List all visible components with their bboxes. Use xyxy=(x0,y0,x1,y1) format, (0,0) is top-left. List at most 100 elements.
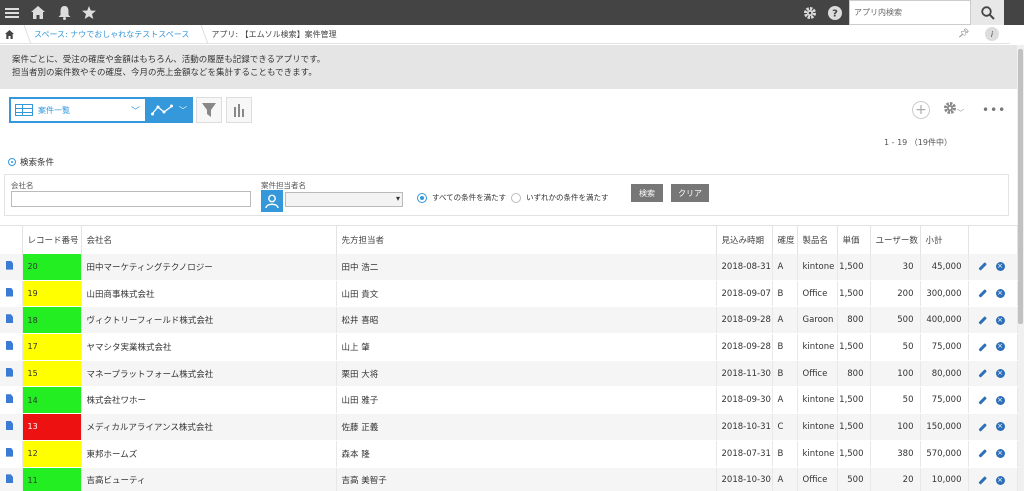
actions-cell: × xyxy=(968,333,1018,361)
edit-pencil-icon[interactable] xyxy=(977,369,987,378)
breadcrumb-home-icon[interactable] xyxy=(0,29,18,39)
bell-icon[interactable] xyxy=(56,0,72,25)
table-row[interactable]: 13 メディカルアライアンス株式会社 佐藤 正義 2018-10-31 Ckintone… xyxy=(0,413,1018,441)
owner-select[interactable] xyxy=(285,192,403,207)
company-label: 会社名 xyxy=(11,181,34,190)
record-detail-link[interactable] xyxy=(0,413,23,441)
radio-button[interactable] xyxy=(417,192,427,203)
delete-icon[interactable]: × xyxy=(995,342,1005,352)
table-row[interactable]: 15 マネープラットフォーム株式会社 栗田 大将 2018-11-30 B Office 8… xyxy=(0,360,1018,388)
document-icon[interactable] xyxy=(6,367,13,377)
table-row[interactable]: 18 ヴィクトリーフィールド株式会社 松井 喜昭 2018-09-28 A Garoon 8… xyxy=(0,306,1018,335)
graph-button[interactable] xyxy=(226,97,252,123)
delete-icon[interactable]: × xyxy=(995,315,1005,325)
delete-icon[interactable]: × xyxy=(995,262,1005,272)
probability-cell: A xyxy=(772,306,798,335)
breadcrumb: スペース: ナウでおしゃれなテストスペース アプリ: 【エムソル検索】案件管理 … xyxy=(0,24,1010,44)
pin-icon[interactable]: 📌︎ xyxy=(958,29,969,39)
edit-pencil-icon[interactable] xyxy=(977,396,987,405)
record-detail-link[interactable] xyxy=(0,280,23,308)
table-row[interactable]: 11 吉高ビューティ 吉高 美智子 2018-10-30 A Office 500 20 10,… xyxy=(0,467,1018,491)
radio-any-condition[interactable]: いずれかの条件を満たす xyxy=(511,192,609,203)
info-icon[interactable]: i xyxy=(985,27,999,41)
header-unit-price[interactable]: 単価 xyxy=(837,225,871,254)
search-submit-button[interactable]: 検索 xyxy=(631,184,663,202)
header-company[interactable]: 会社名 xyxy=(81,225,337,254)
delete-icon[interactable]: × xyxy=(995,422,1005,432)
clear-button[interactable]: クリア xyxy=(671,184,709,202)
edit-pencil-icon[interactable] xyxy=(977,342,987,351)
record-detail-link[interactable] xyxy=(0,333,23,361)
edit-pencil-icon[interactable] xyxy=(977,316,987,325)
header-users[interactable]: ユーザー数 xyxy=(870,225,921,254)
record-detail-link[interactable] xyxy=(0,306,23,335)
delete-icon[interactable]: × xyxy=(995,449,1005,459)
search-conditions-toggle[interactable]: 検索条件 xyxy=(8,156,54,168)
header-subtotal[interactable]: 小計 xyxy=(920,225,969,254)
document-icon[interactable] xyxy=(6,420,13,430)
more-options-icon[interactable]: ••• xyxy=(982,103,1006,117)
subtotal-cell: 75,000 xyxy=(920,333,969,361)
document-icon[interactable] xyxy=(6,340,13,350)
date-cell: 2018-09-28 xyxy=(716,333,773,361)
product-cell: kintone xyxy=(797,413,838,441)
edit-pencil-icon[interactable] xyxy=(977,422,987,432)
product-cell: kintone xyxy=(797,253,838,281)
vertical-scrollbar[interactable] xyxy=(1017,45,1024,491)
edit-pencil-icon[interactable] xyxy=(977,289,987,298)
home-icon[interactable] xyxy=(30,0,46,25)
star-icon[interactable] xyxy=(81,0,97,25)
table-row[interactable]: 14 株式会社ワホー 山田 雅子 2018-09-30 Akintone 1,500 50 7… xyxy=(0,386,1018,415)
header-record-number[interactable]: レコード番号 xyxy=(22,225,82,254)
document-icon[interactable] xyxy=(6,447,13,457)
record-detail-link[interactable] xyxy=(0,253,23,281)
view-selector[interactable]: 案件一覧 ﹀ ﹀ xyxy=(9,97,193,123)
header-product[interactable]: 製品名 xyxy=(797,225,838,254)
record-detail-link[interactable] xyxy=(0,440,23,468)
document-icon[interactable] xyxy=(6,260,13,270)
search-button[interactable] xyxy=(971,0,1004,25)
delete-icon[interactable]: × xyxy=(995,369,1005,379)
company-input[interactable] xyxy=(11,191,251,207)
table-row[interactable]: 20 田中マーケティングテクノロジー 田中 浩二 2018-08-31 Akintone… xyxy=(0,253,1018,281)
gear-icon[interactable] xyxy=(802,0,818,25)
record-detail-link[interactable] xyxy=(0,467,23,491)
delete-icon[interactable]: × xyxy=(995,475,1005,485)
add-record-button[interactable]: + xyxy=(912,101,930,119)
contact-cell: 田中 浩二 xyxy=(336,253,717,281)
radio-all-conditions[interactable]: すべての条件を満たす xyxy=(417,192,506,203)
document-icon[interactable] xyxy=(6,394,13,404)
app-search-input[interactable]: アプリ内検索 xyxy=(849,0,971,25)
table-row[interactable]: 19 山田商事株式会社 山田 貴文 2018-09-07 B Office 1,500 200… xyxy=(0,280,1018,308)
table-row[interactable]: 12 東邦ホームズ 森本 隆 2018-07-31 Bkintone 1,500 380 57… xyxy=(0,440,1018,468)
edit-pencil-icon[interactable] xyxy=(977,476,987,485)
record-number-cell: 20 xyxy=(22,253,82,281)
header-date[interactable]: 見込み時期 xyxy=(716,225,773,254)
record-detail-link[interactable] xyxy=(0,386,23,415)
radio-button[interactable] xyxy=(511,192,521,203)
edit-pencil-icon[interactable] xyxy=(977,449,987,458)
record-number-cell: 18 xyxy=(22,306,82,335)
view-dropdown[interactable]: 案件一覧 ﹀ xyxy=(11,99,145,121)
unit-price-cell: 1,500 xyxy=(837,413,871,441)
delete-icon[interactable]: × xyxy=(995,289,1005,299)
app-settings-button[interactable]: ﹀ xyxy=(943,101,964,119)
graph-view-button[interactable]: ﹀ xyxy=(145,99,193,121)
header-contact[interactable]: 先方担当者 xyxy=(336,225,717,254)
document-icon[interactable] xyxy=(6,287,13,297)
record-number-cell: 19 xyxy=(22,280,82,308)
user-picker-button[interactable] xyxy=(261,190,283,212)
filter-button[interactable] xyxy=(196,97,222,123)
record-detail-link[interactable] xyxy=(0,360,23,388)
delete-icon[interactable]: × xyxy=(995,395,1005,405)
menu-icon[interactable] xyxy=(4,0,20,25)
breadcrumb-space-link[interactable]: スペース: ナウでおしゃれなテストスペース xyxy=(34,29,189,40)
header-probability[interactable]: 確度 xyxy=(772,225,798,254)
date-cell: 2018-07-31 xyxy=(716,440,773,468)
document-icon[interactable] xyxy=(6,314,13,324)
table-row[interactable]: 17 ヤマシタ実業株式会社 山上 肇 2018-09-28 Bkintone 1,500 5… xyxy=(0,333,1018,361)
help-icon[interactable]: ? xyxy=(827,0,843,25)
edit-pencil-icon[interactable] xyxy=(977,262,987,271)
scrollbar-thumb[interactable] xyxy=(1018,49,1023,324)
document-icon[interactable] xyxy=(6,474,13,484)
